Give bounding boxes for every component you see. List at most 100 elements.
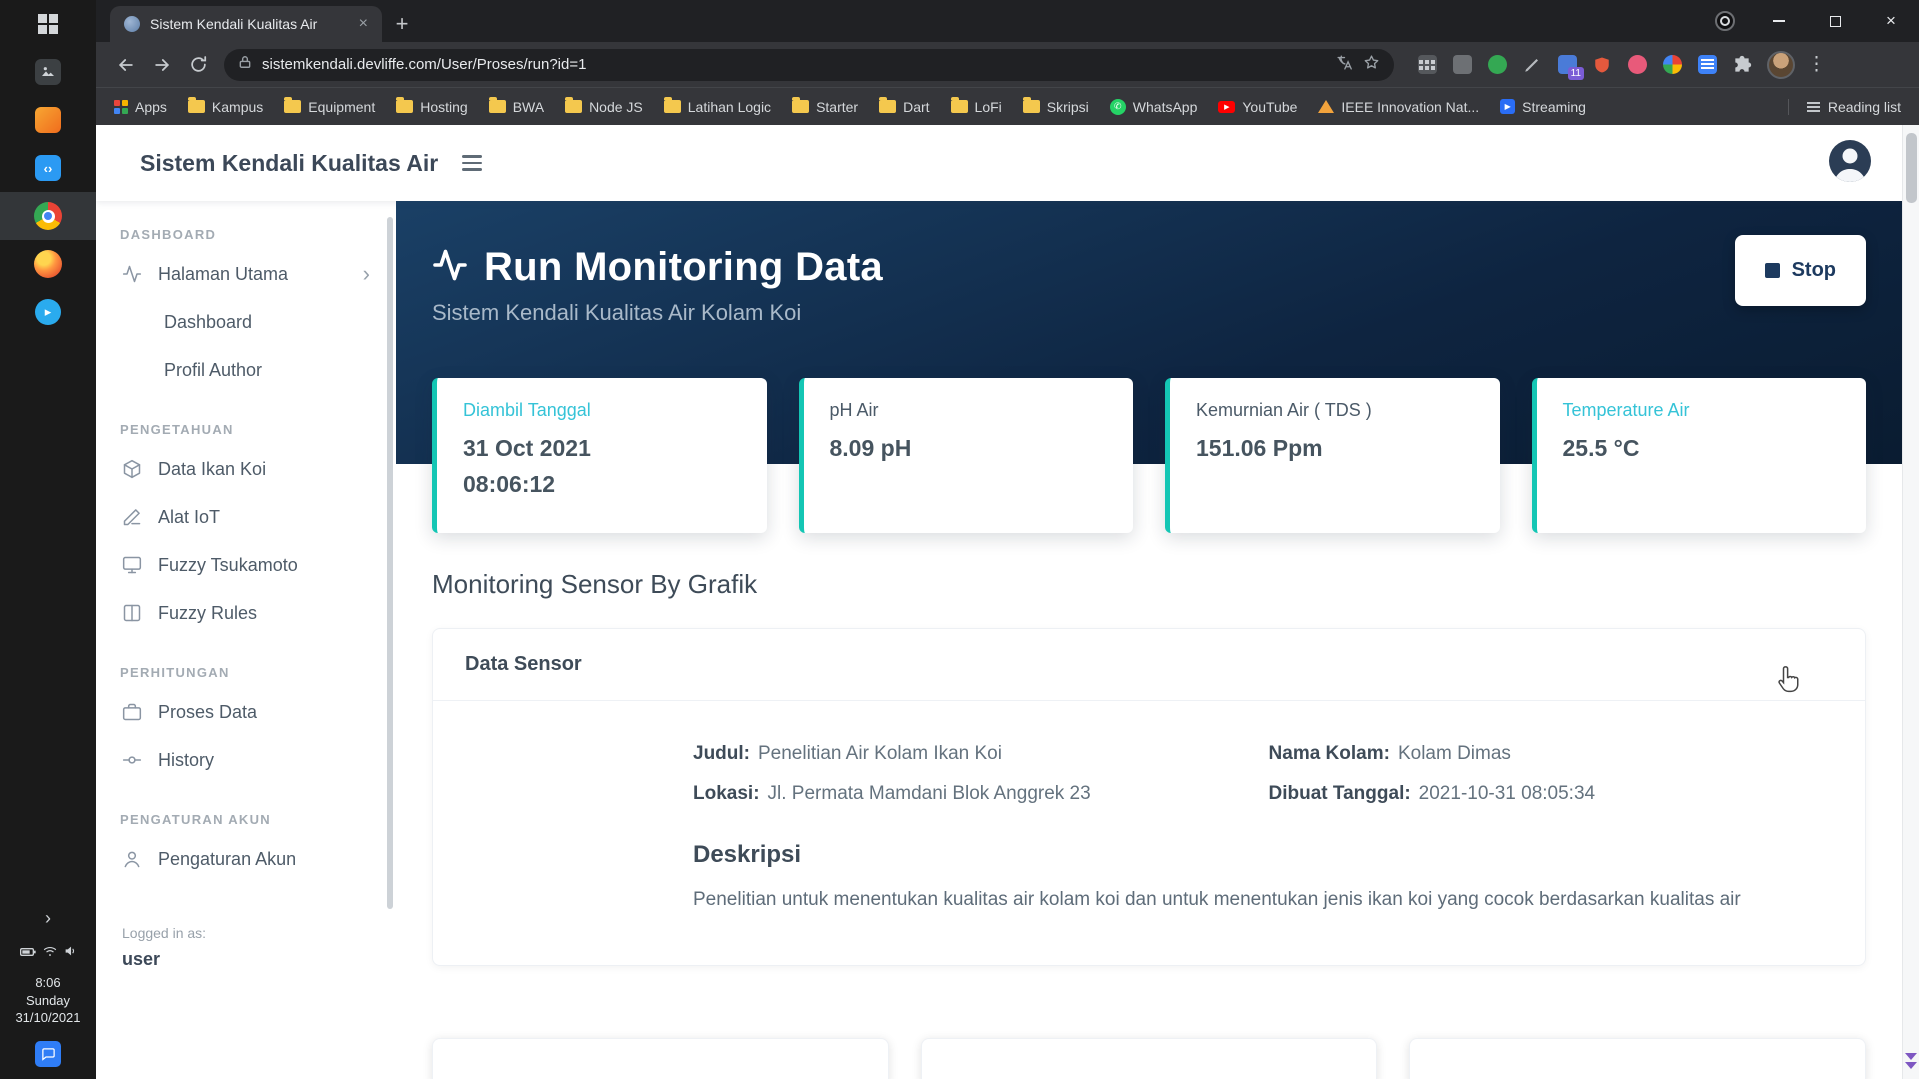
activity-icon xyxy=(432,247,468,288)
folder-icon xyxy=(879,100,896,113)
folder-icon xyxy=(565,100,582,113)
logged-in-block: Logged in as: user xyxy=(96,925,396,970)
taskbar-app-mail[interactable] xyxy=(0,96,96,144)
sidebar-section-perhitungan: PERHITUNGAN xyxy=(96,665,396,680)
maximize-button[interactable] xyxy=(1807,0,1863,42)
lock-icon xyxy=(238,55,252,74)
user-icon xyxy=(122,849,142,869)
sidebar-item-alat-iot[interactable]: Alat IoT xyxy=(96,493,396,541)
logged-in-label: Logged in as: xyxy=(122,925,396,941)
volume-icon[interactable] xyxy=(64,944,77,962)
close-button[interactable]: × xyxy=(1863,0,1919,42)
page-title: Run Monitoring Data xyxy=(484,245,883,290)
stat-card-ph-air: pH Air 8.09 pH xyxy=(799,378,1134,533)
next-cards-row xyxy=(432,1038,1866,1079)
recording-indicator-icon[interactable] xyxy=(1715,11,1735,31)
sidebar-item-fuzzy-tsukamoto[interactable]: Fuzzy Tsukamoto xyxy=(96,541,396,589)
sidebar-item-dashboard[interactable]: Dashboard xyxy=(96,298,396,346)
description-text: Penelitian untuk menentukan kualitas air… xyxy=(693,885,1769,915)
taskbar-app-firefox[interactable] xyxy=(0,240,96,288)
reading-list-button[interactable]: Reading list xyxy=(1788,99,1901,115)
minimize-button[interactable] xyxy=(1751,0,1807,42)
bookmark-youtube[interactable]: ▶YouTube xyxy=(1218,99,1297,115)
wifi-icon[interactable] xyxy=(43,944,57,962)
bookmark-equipment[interactable]: Equipment xyxy=(284,99,375,115)
back-button[interactable] xyxy=(108,47,144,83)
bookmark-starter[interactable]: Starter xyxy=(792,99,858,115)
stat-card-diambil-tanggal: Diambil Tanggal 31 Oct 2021 08:06:12 xyxy=(432,378,767,533)
sidebar-item-pengaturan-akun[interactable]: Pengaturan Akun xyxy=(96,835,396,883)
profile-avatar[interactable] xyxy=(1767,51,1795,79)
taskbar-expand-icon[interactable]: › xyxy=(45,908,51,938)
clock[interactable]: 8:06 Sunday 31/10/2021 xyxy=(15,974,80,1027)
sidebar-item-profil-author[interactable]: Profil Author xyxy=(96,346,396,394)
extension-color-ring-icon[interactable] xyxy=(1661,54,1683,76)
browser-menu-icon[interactable]: ⋮ xyxy=(1807,53,1826,76)
extension-docs-icon[interactable] xyxy=(1696,54,1718,76)
start-button[interactable] xyxy=(0,0,96,48)
user-avatar[interactable] xyxy=(1828,139,1872,188)
reload-button[interactable] xyxy=(180,47,216,83)
new-tab-button[interactable]: + xyxy=(382,6,422,42)
extension-pencil-icon[interactable] xyxy=(1521,54,1543,76)
scrollbar-thumb[interactable] xyxy=(1906,133,1917,203)
extensions-row: 11 xyxy=(1416,54,1753,76)
bookmark-skripsi[interactable]: Skripsi xyxy=(1023,99,1089,115)
url-text[interactable]: sistemkendali.devliffe.com/User/Proses/r… xyxy=(262,56,1326,73)
taskbar-app-chrome[interactable] xyxy=(0,192,96,240)
bookmark-latihan-logic[interactable]: Latihan Logic xyxy=(664,99,771,115)
scroll-down-indicator[interactable] xyxy=(1903,1051,1919,1071)
taskbar-app-photos[interactable] xyxy=(0,48,96,96)
sidebar-scrollbar[interactable] xyxy=(387,217,393,909)
main-content: Run Monitoring Data Sistem Kendali Kuali… xyxy=(396,201,1902,1079)
extension-shield-icon[interactable] xyxy=(1591,54,1613,76)
bookmark-bwa[interactable]: BWA xyxy=(489,99,544,115)
apps-grid-icon xyxy=(114,100,128,114)
browser-toolbar: sistemkendali.devliffe.com/User/Proses/r… xyxy=(96,42,1919,87)
bookmark-star-icon[interactable] xyxy=(1363,54,1380,76)
tab-close-icon[interactable]: × xyxy=(355,15,372,33)
partial-card xyxy=(1409,1038,1866,1079)
forward-button[interactable] xyxy=(144,47,180,83)
extension-keyboard-icon[interactable] xyxy=(1416,54,1438,76)
chrome-icon xyxy=(34,202,62,230)
clock-day: Sunday xyxy=(15,992,80,1010)
chat-icon[interactable] xyxy=(35,1041,61,1067)
bookmark-ieee[interactable]: IEEE Innovation Nat... xyxy=(1318,99,1479,115)
ieee-icon xyxy=(1318,100,1334,113)
extension-puzzle-icon[interactable] xyxy=(1731,54,1753,76)
bookmark-hosting[interactable]: Hosting xyxy=(396,99,467,115)
sidebar-item-halaman-utama[interactable]: Halaman Utama › xyxy=(96,250,396,298)
web-page: Sistem Kendali Kualitas Air DASHBOARD Ha… xyxy=(96,125,1919,1079)
bookmark-dart[interactable]: Dart xyxy=(879,99,929,115)
extension-green-icon[interactable] xyxy=(1486,54,1508,76)
youtube-icon: ▶ xyxy=(1218,101,1235,113)
taskbar-app-telegram[interactable]: ▸ xyxy=(0,288,96,336)
sidebar-item-history[interactable]: History xyxy=(96,736,396,784)
bookmark-kampus[interactable]: Kampus xyxy=(188,99,263,115)
sidebar-toggle-icon[interactable] xyxy=(462,155,482,171)
bookmark-streaming[interactable]: ▶Streaming xyxy=(1500,99,1586,115)
bookmark-apps[interactable]: Apps xyxy=(114,99,167,115)
browser-tab[interactable]: Sistem Kendali Kualitas Air × xyxy=(110,6,382,42)
page-scrollbar[interactable] xyxy=(1902,125,1919,1079)
bookmark-whatsapp[interactable]: ✆WhatsApp xyxy=(1110,99,1198,115)
translate-icon[interactable] xyxy=(1336,54,1353,76)
sidebar-item-proses-data[interactable]: Proses Data xyxy=(96,688,396,736)
sidebar-item-data-ikan-koi[interactable]: Data Ikan Koi xyxy=(96,445,396,493)
extension-grid-icon[interactable] xyxy=(1451,54,1473,76)
data-sensor-card-header[interactable]: Data Sensor xyxy=(433,629,1865,701)
extension-badged-icon[interactable]: 11 xyxy=(1556,54,1578,76)
taskbar-app-vscode[interactable]: ‹› xyxy=(0,144,96,192)
folder-icon xyxy=(489,100,506,113)
battery-icon[interactable] xyxy=(20,944,36,962)
bookmark-nodejs[interactable]: Node JS xyxy=(565,99,643,115)
address-bar[interactable]: sistemkendali.devliffe.com/User/Proses/r… xyxy=(224,49,1394,81)
bookmark-lofi[interactable]: LoFi xyxy=(951,99,1002,115)
git-commit-icon xyxy=(122,750,142,770)
stop-button[interactable]: Stop xyxy=(1735,235,1866,306)
stat-label: Kemurnian Air ( TDS ) xyxy=(1196,400,1474,421)
sidebar-item-fuzzy-rules[interactable]: Fuzzy Rules xyxy=(96,589,396,637)
folder-icon xyxy=(792,100,809,113)
extension-pin-icon[interactable] xyxy=(1626,54,1648,76)
